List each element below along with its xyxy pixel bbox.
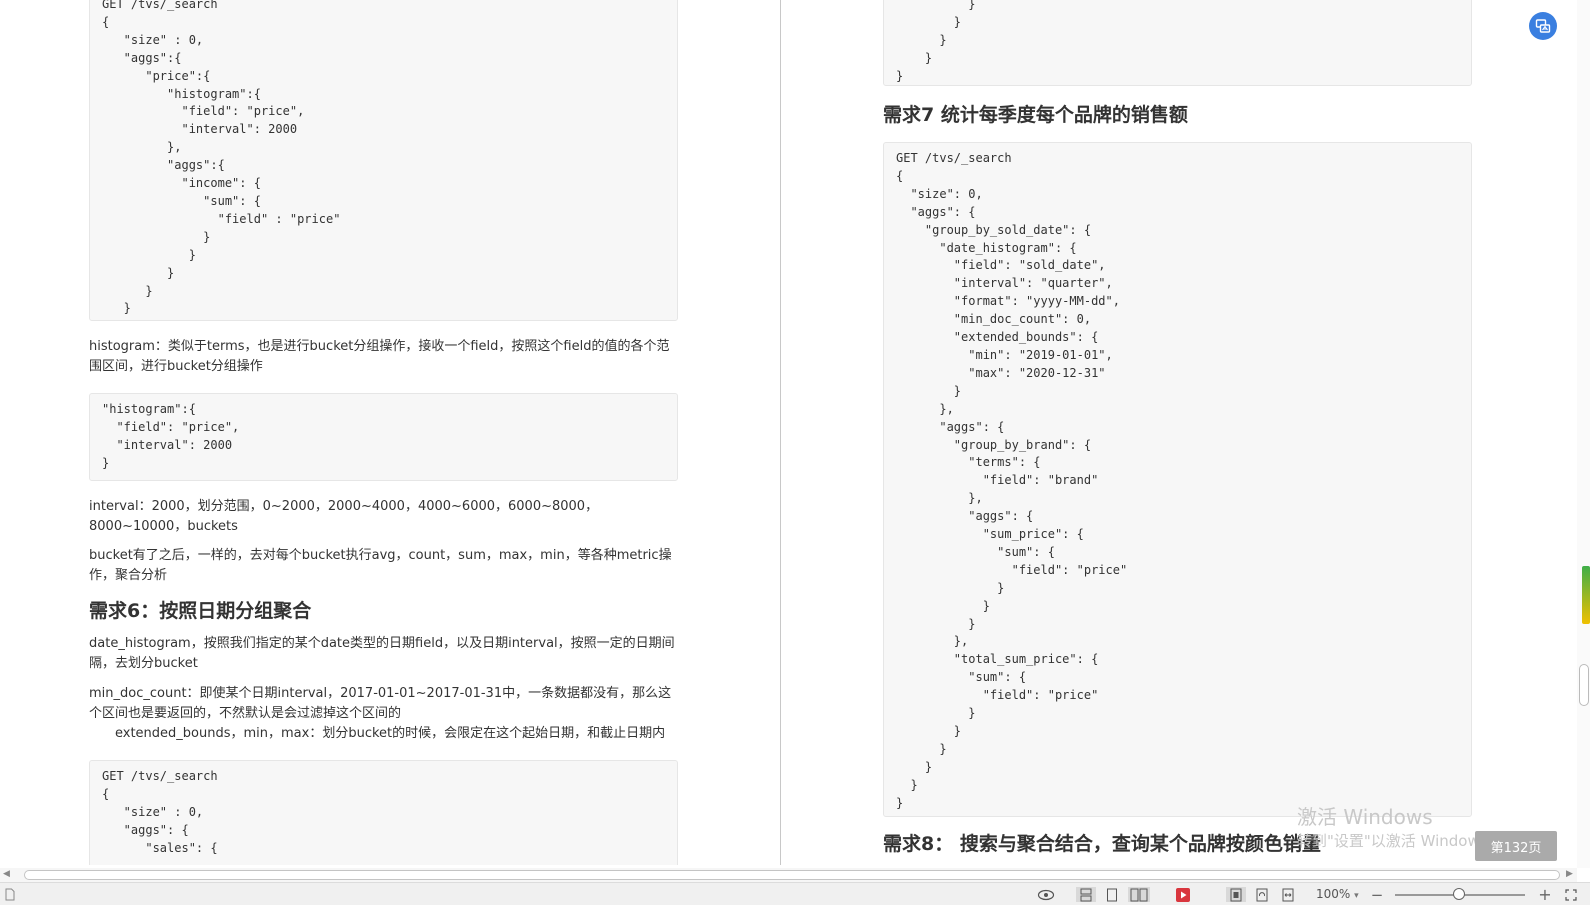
fit-width-icon[interactable] bbox=[1278, 887, 1298, 902]
zoom-level[interactable]: 100% ▾ bbox=[1316, 887, 1359, 901]
fullscreen-icon[interactable] bbox=[1563, 887, 1579, 902]
heading-requirement-6: 需求6：按照日期分组聚合 bbox=[89, 600, 312, 622]
para-min-doc-count: min_doc_count：即使某个日期interval，2017-01-01~… bbox=[89, 686, 672, 721]
horizontal-scroll-thumb[interactable] bbox=[24, 870, 1560, 880]
para-extended-bounds: extended_bounds，min，max：划分bucket的时候，会限定在… bbox=[115, 726, 666, 741]
code-block-closing: } } } } } bbox=[883, 0, 1472, 86]
left-page: GET /tvs/_search { "size" : 0, "aggs":{ … bbox=[89, 0, 678, 865]
status-bar: 100% ▾ − + bbox=[0, 882, 1590, 905]
page-view-icon[interactable] bbox=[1076, 887, 1096, 902]
zoom-slider-knob[interactable] bbox=[1453, 888, 1465, 900]
vertical-scrollbar[interactable] bbox=[1577, 0, 1590, 868]
scroll-marker bbox=[1582, 566, 1590, 624]
page-indicator: 第132页 bbox=[1475, 831, 1557, 861]
para-bucket: bucket有了之后，一样的，去对每个bucket执行avg，count，sum… bbox=[89, 548, 672, 583]
single-page-icon[interactable] bbox=[1102, 887, 1122, 902]
translate-button[interactable] bbox=[1529, 12, 1557, 40]
zoom-dropdown-icon: ▾ bbox=[1354, 891, 1359, 901]
scroll-right-arrow-icon[interactable]: ▶ bbox=[1566, 869, 1573, 879]
right-page: } } } } } 需求7 统计每季度每个品牌的销售额 GET /tvs/_se… bbox=[883, 0, 1472, 857]
para-date-histogram: date_histogram，按照我们指定的某个date类型的日期field，以… bbox=[89, 636, 675, 671]
zoom-out-icon[interactable]: − bbox=[1370, 886, 1384, 904]
document-viewport[interactable]: GET /tvs/_search { "size" : 0, "aggs":{ … bbox=[0, 0, 1590, 865]
eye-icon[interactable] bbox=[1036, 887, 1056, 902]
page-divider bbox=[780, 0, 781, 865]
code-block-histogram-snippet: "histogram":{ "field": "price", "interva… bbox=[89, 393, 678, 481]
heading-requirement-8: 需求8： 搜索与聚合结合，查询某个品牌按颜色销量 bbox=[883, 833, 1321, 855]
fit-page-icon[interactable] bbox=[1226, 887, 1246, 902]
para-histogram: histogram：类似于terms，也是进行bucket分组操作，接收一个fi… bbox=[89, 339, 670, 374]
scroll-left-arrow-icon[interactable]: ◀ bbox=[3, 869, 10, 879]
document-status-icon[interactable] bbox=[4, 887, 16, 902]
translate-icon bbox=[1535, 19, 1551, 33]
code-block-histogram-query: GET /tvs/_search { "size" : 0, "aggs":{ … bbox=[89, 0, 678, 321]
horizontal-scrollbar[interactable]: ◀ ▶ bbox=[0, 868, 1577, 882]
zoom-in-icon[interactable]: + bbox=[1538, 885, 1552, 904]
code-block-date-histogram-query: GET /tvs/_search { "size" : 0, "aggs": {… bbox=[89, 760, 678, 865]
zoom-level-value: 100% bbox=[1316, 887, 1351, 901]
code-block-quarter-brand-query: GET /tvs/_search { "size": 0, "aggs": { … bbox=[883, 142, 1472, 817]
heading-requirement-7: 需求7 统计每季度每个品牌的销售额 bbox=[883, 104, 1188, 126]
rotate-icon[interactable] bbox=[1252, 887, 1272, 902]
double-page-icon[interactable] bbox=[1128, 887, 1150, 902]
play-icon[interactable] bbox=[1174, 887, 1192, 902]
vertical-scroll-thumb[interactable] bbox=[1579, 664, 1589, 706]
para-interval: interval：2000，划分范围，0~2000，2000~4000，4000… bbox=[89, 499, 599, 534]
